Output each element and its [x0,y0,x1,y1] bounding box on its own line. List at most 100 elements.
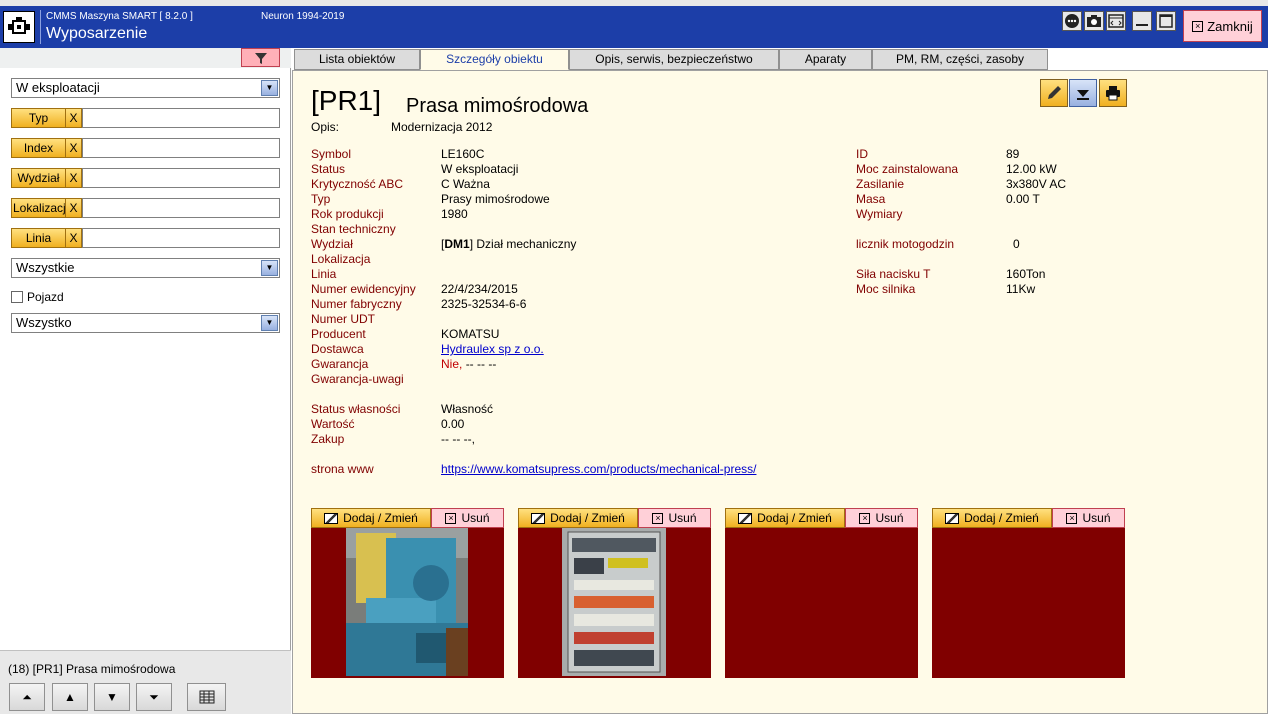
photo-add-button[interactable]: Dodaj / Zmień [518,508,638,528]
filter-linia-input[interactable] [82,228,280,248]
filter-typ-button[interactable]: Typ [11,108,66,128]
electrical-cabinet-photo [562,528,666,676]
last-record-button[interactable]: ⏷ [136,683,172,711]
tab-opis-serwis[interactable]: Opis, serwis, bezpieczeństwo [569,49,779,70]
photo-add-button[interactable]: Dodaj / Zmień [311,508,431,528]
filter-panel: W eksploatacji ▼ Typ X Index X Wydział X… [0,48,291,714]
photo-slot-header: Dodaj / Zmień × Usuń [932,508,1125,528]
pojazd-label: Pojazd [27,290,64,304]
filter-row-index: Index X [11,138,280,158]
filter-wydzial-clear[interactable]: X [66,168,82,188]
expand-menu-button[interactable] [1069,79,1097,107]
status-dropdown[interactable]: W eksploatacji ▼ [11,78,280,98]
title-separator [40,10,41,44]
close-icon: × [445,512,457,524]
minimize-icon [1136,24,1148,26]
filter-lokalizacja-input[interactable] [82,198,280,218]
photo-add-button[interactable]: Dodaj / Zmień [725,508,845,528]
first-record-button[interactable]: ⏶ [9,683,45,711]
edit-button[interactable] [1040,79,1068,107]
field-code: DM1 [444,237,470,251]
field-typ-value: Prasy mimośrodowe [441,192,550,206]
previous-record-button[interactable]: ▲ [52,683,88,711]
photo-delete-button[interactable]: × Usuń [1052,508,1125,528]
field-numer-fabryczny-value: 2325-32534-6-6 [441,297,527,311]
tab-pm-rm[interactable]: PM, RM, części, zasoby [872,49,1048,70]
filter-index-input[interactable] [82,138,280,158]
scope-dropdown[interactable]: Wszystkie ▼ [11,258,280,278]
filter-lokalizacja-button[interactable]: Lokalizacja [11,198,66,218]
filter-linia-button[interactable]: Linia [11,228,66,248]
window-switch-button[interactable] [1106,11,1126,31]
tab-aparaty[interactable]: Aparaty [779,49,872,70]
field-status-value: W eksploatacji [441,162,519,176]
image-icon [738,512,753,524]
app-company: Neuron 1994-2019 [261,11,345,22]
photo-add-button[interactable]: Dodaj / Zmień [932,508,1052,528]
next-record-button[interactable]: ▼ [94,683,130,711]
field-moc-silnika-label: Moc silnika [856,282,916,296]
filter-wydzial-button[interactable]: Wydział [11,168,66,188]
filter-button[interactable] [241,48,280,67]
chat-button[interactable] [1062,11,1082,31]
filter-typ-clear[interactable]: X [66,108,82,128]
close-icon: × [859,512,871,524]
close-icon: × [1066,512,1078,524]
camera-icon [1087,15,1101,27]
photo-delete-button[interactable]: × Usuń [845,508,918,528]
pojazd-checkbox[interactable]: Pojazd [11,290,64,304]
field-typ-label: Typ [311,192,331,206]
close-button[interactable]: × Zamknij [1183,10,1262,42]
print-button[interactable] [1099,79,1127,107]
field-wydzial-value: [DM1] Dział mechaniczny [441,237,577,251]
close-icon: × [1192,20,1204,32]
photo-delete-button[interactable]: × Usuń [431,508,504,528]
field-text: Dział mechaniczny [476,237,577,251]
description-label: Opis: [311,120,340,134]
field-status-label: Status [311,162,346,176]
field-masa-label: Masa [856,192,886,206]
field-rok-produkcji-value: 1980 [441,207,468,221]
record-navigator: (18) [PR1] Prasa mimośrodowa ⏶ ▲ ▼ ⏷ [0,650,291,714]
filter-row-wydzial: Wydział X [11,168,280,188]
field-www-value[interactable]: https://www.komatsupress.com/products/me… [441,462,756,476]
tab-szczegoly-obiektu[interactable]: Szczegóły obiektu [420,49,569,70]
filter-row-lokalizacja: Lokalizacja X [11,198,280,218]
field-symbol-label: Symbol [311,147,352,161]
filter-strip [0,48,291,68]
close-icon: × [652,512,664,524]
grid-icon [199,690,214,704]
chevron-down-icon[interactable]: ▼ [261,315,278,331]
checkbox-box[interactable] [11,291,23,303]
field-status-wlasnosci-label: Status własności [311,402,401,416]
filter-index-clear[interactable]: X [66,138,82,158]
photo-delete-label: Usuń [668,511,697,525]
chevron-down-icon[interactable]: ▼ [261,260,278,276]
maximize-button[interactable] [1156,11,1176,31]
chevron-down-icon[interactable]: ▼ [261,80,278,96]
filter-linia-clear[interactable]: X [66,228,82,248]
filter-row-linia: Linia X [11,228,280,248]
minimize-button[interactable] [1132,11,1152,31]
photo-add-label: Dodaj / Zmień [964,511,1039,525]
filter-typ-input[interactable] [82,108,280,128]
photo-delete-label: Usuń [1082,511,1111,525]
filter-wydzial-input[interactable] [82,168,280,188]
field-krytycznosc-abc-label: Krytyczność ABC [311,177,404,191]
field-dostawca-value[interactable]: Hydraulex sp z o.o. [441,342,544,356]
description-value: Modernizacja 2012 [391,120,493,134]
field-rok-produkcji-label: Rok produkcji [311,207,384,221]
selected-record: (18) [PR1] Prasa mimośrodowa [8,662,176,676]
table-view-button[interactable] [187,683,226,711]
filter-lokalizacja-clear[interactable]: X [66,198,82,218]
tab-lista-obiektow[interactable]: Lista obiektów [294,49,420,70]
field-moc-silnika-value: 11Kw [1006,282,1036,296]
photo-delete-button[interactable]: × Usuń [638,508,711,528]
object-code: [PR1] [311,85,382,116]
filter-index-button[interactable]: Index [11,138,66,158]
photo-add-label: Dodaj / Zmień [550,511,625,525]
last-icon: ⏷ [149,689,159,704]
screenshot-button[interactable] [1084,11,1104,31]
type-dropdown[interactable]: Wszystko ▼ [11,313,280,333]
image-icon [324,512,339,524]
